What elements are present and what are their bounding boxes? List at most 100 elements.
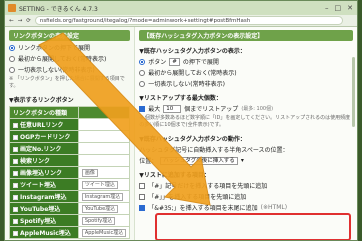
max-count-row: 最大 10 個までリストアップ (最多: 100個) (139, 104, 353, 113)
row-label[interactable]: OGPカードリンク (9, 130, 79, 143)
table-header-cell: リンクボタンの種類 (9, 106, 79, 119)
checkbox-icon[interactable] (13, 135, 18, 140)
checkbox-icon[interactable] (13, 219, 18, 224)
row-label[interactable]: 検索リンク (9, 154, 79, 167)
tab-title[interactable]: SETTING - できるくん 4.7.3 (19, 4, 325, 13)
row-value: AppleMusic埋込 (77, 226, 131, 239)
list-item-option-2[interactable]: 「#」」を挿入する項目を先頭に追加 (139, 192, 353, 201)
table-row[interactable]: 任意URLリンク (9, 118, 131, 131)
maximize-icon[interactable]: □ (335, 4, 342, 12)
radio-icon[interactable] (9, 55, 15, 62)
space-prefix: 位置： (139, 158, 158, 165)
row-value (77, 154, 131, 167)
chevron-down-icon[interactable]: ▾ (241, 157, 244, 164)
checkbox-icon[interactable] (13, 207, 18, 212)
row-label[interactable]: Spotify埋込 (9, 214, 79, 227)
row-value (77, 130, 131, 143)
checkbox-icon[interactable] (13, 171, 18, 176)
checkbox-icon[interactable] (13, 183, 18, 188)
row-value-text: Spotify埋込 (81, 217, 116, 225)
link-buttons-title: ▼表示するリンクボタン (9, 97, 74, 104)
row-value: 画像 (77, 166, 131, 179)
table-row[interactable]: OGPカードリンク (9, 130, 131, 143)
table-row[interactable]: 検索リンク (9, 154, 131, 167)
row-label[interactable]: 画像埋込リンク (9, 166, 79, 179)
space-position-select[interactable]: ハッシュタグの後に挿入する (160, 156, 238, 165)
table-header-row: リンクボタンの種類 (9, 106, 131, 119)
close-icon[interactable]: ✕ (347, 4, 353, 12)
row-label[interactable]: 任意URLリンク (9, 118, 79, 131)
left-option-3[interactable]: 一切表示しない(常時非表示) (9, 65, 130, 74)
checkbox-icon[interactable] (13, 123, 18, 128)
page-content: リンクボタンの表示設定 リンクボタンの押下で展開 最初から展開しておく(常時表示… (5, 27, 357, 240)
row-label[interactable]: AppleMusic埋込 (9, 226, 79, 239)
radio-icon[interactable] (139, 69, 146, 76)
row-label-text: YouTube埋込 (20, 206, 61, 213)
list-item-option-1[interactable]: 「#」記号だけを挿入する項目を先頭に追加 (139, 181, 353, 190)
table-row[interactable]: YouTube埋込 YouTube埋込 (9, 202, 131, 215)
max-count-title: ▼リストアップする最大個数： (139, 95, 222, 102)
table-row[interactable]: 画定No.リンク (9, 142, 131, 155)
table-row[interactable]: Spotify埋込 Spotify埋込 (9, 214, 131, 227)
hashtag-symbol-field[interactable]: # (169, 57, 180, 66)
option-label: 最初から展開しておく(常時表示) (148, 70, 237, 77)
left-option-1[interactable]: リンクボタンの押下で展開 (9, 43, 130, 52)
row-label-text: AppleMusic埋込 (20, 230, 71, 237)
browser-window: SETTING - できるくん 4.7.3 – □ ✕ ← → ⟳ nsfiel… (4, 0, 358, 241)
max-suffix: 個までリストアップ (184, 106, 239, 113)
row-label[interactable]: 画定No.リンク (9, 142, 79, 155)
row-label-text: Spotify埋込 (20, 218, 57, 225)
minimize-icon[interactable]: – (325, 4, 329, 12)
radio-icon[interactable] (139, 80, 146, 87)
row-value (77, 142, 131, 155)
row-label-text: 画像埋込リンク (20, 170, 63, 177)
table-header-cell (77, 106, 131, 119)
table-row[interactable]: ツイート埋込 ツイート埋込 (9, 178, 131, 191)
table-row[interactable]: 画像埋込リンク 画像 (9, 166, 131, 179)
row-value: YouTube埋込 (77, 202, 131, 215)
radio-icon[interactable] (139, 58, 146, 65)
title-bar: SETTING - できるくん 4.7.3 – □ ✕ (5, 1, 357, 15)
checkbox-icon[interactable] (139, 182, 146, 189)
checkbox-icon[interactable] (13, 195, 18, 200)
reload-icon[interactable]: ⟳ (26, 18, 31, 24)
table-row[interactable]: AppleMusic埋込 AppleMusic埋込 (9, 226, 131, 239)
link-button-table: リンクボタンの種類 任意URLリンク OGPカードリンク 画定No.リンク 検索… (9, 106, 131, 239)
forward-icon[interactable]: → (18, 18, 23, 24)
checkbox-icon[interactable] (13, 159, 18, 164)
insert-behavior-row: 位置： ハッシュタグの後に挿入する ▾ (139, 156, 353, 165)
row-label[interactable]: YouTube埋込 (9, 202, 79, 215)
row-label[interactable]: Instagram埋込 (9, 190, 79, 203)
insert-behavior-text: ハッシュタグ記号に自動挿入する半角スペースの位置： (139, 147, 289, 154)
max-prefix: 最大 (148, 106, 161, 113)
checkbox-icon[interactable] (139, 105, 146, 112)
option-label: 最初から展開しておく(常時表示) (18, 56, 107, 63)
row-label-text: Instagram埋込 (20, 194, 67, 201)
option-label: リンクボタンの押下で展開 (18, 45, 91, 52)
checkbox-icon[interactable] (139, 204, 146, 211)
checkbox-icon[interactable] (13, 147, 18, 152)
left-option-2[interactable]: 最初から展開しておく(常時表示) (9, 54, 130, 63)
row-value: ツイート埋込 (77, 178, 131, 191)
radio-icon[interactable] (9, 44, 15, 51)
list-item-option-3[interactable]: 「&#35;」を挿入する項目を末尾に追加 (※HTML) (139, 203, 353, 212)
option-label: ボタン (148, 59, 167, 66)
row-value: Instagram埋込 (77, 190, 131, 203)
back-icon[interactable]: ← (9, 18, 14, 24)
row-label[interactable]: ツイート埋込 (9, 178, 79, 191)
hashtag-option-1[interactable]: ボタン # の押下で展開 (139, 57, 353, 66)
checkbox-icon[interactable] (13, 231, 18, 236)
max-count-input[interactable]: 10 (163, 104, 182, 113)
hashtag-display-title: ▼既存ハッシュタグ入力ボタンの表示： (139, 48, 246, 55)
row-value-text: AppleMusic埋込 (81, 229, 127, 237)
option-label: 「#」記号だけを挿入する項目を先頭に追加 (148, 183, 268, 190)
hashtag-option-3[interactable]: 一切表示しない(常時非表示) (139, 79, 353, 88)
row-value (77, 118, 131, 131)
hashtag-option-2[interactable]: 最初から展開しておく(常時表示) (139, 68, 353, 77)
table-row[interactable]: Instagram埋込 Instagram埋込 (9, 190, 131, 203)
radio-icon[interactable] (9, 66, 15, 73)
scrollbar[interactable] (352, 57, 355, 127)
checkbox-icon[interactable] (139, 193, 146, 200)
row-value: Spotify埋込 (77, 214, 131, 227)
url-field[interactable]: nsfields.org/fastground/itegalog/?mode=a… (34, 16, 343, 25)
